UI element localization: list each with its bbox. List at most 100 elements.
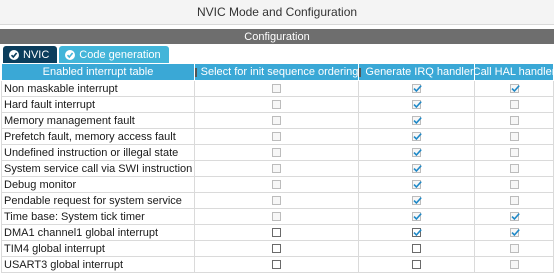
column-header-irq: Generate IRQ handler bbox=[358, 63, 475, 81]
init-order-cell bbox=[194, 224, 359, 241]
generate-irq-cell bbox=[358, 96, 475, 113]
section-header: Configuration bbox=[0, 29, 554, 44]
table-row: Memory management fault bbox=[1, 112, 554, 129]
checkmark-icon bbox=[413, 197, 422, 205]
tab-code-generation[interactable]: Code generation bbox=[59, 46, 169, 63]
table-row: Hard fault interrupt bbox=[1, 96, 554, 113]
checkmark-icon bbox=[413, 149, 422, 157]
init-order-checkbox bbox=[272, 84, 281, 94]
checkmark-icon bbox=[413, 117, 422, 125]
interrupt-name: Memory management fault bbox=[1, 112, 195, 129]
table-header-row: Enabled interrupt table Select for init … bbox=[1, 63, 554, 81]
column-header-hal: Call HAL handler bbox=[474, 63, 554, 81]
init-order-checkbox bbox=[272, 100, 281, 110]
init-order-checkbox[interactable] bbox=[272, 244, 281, 254]
column-header-interrupt: Enabled interrupt table bbox=[1, 63, 195, 81]
init-order-cell bbox=[194, 128, 359, 145]
call-hal-cell bbox=[474, 128, 554, 145]
generate-irq-checkbox bbox=[412, 212, 422, 222]
call-hal-checkbox bbox=[509, 164, 519, 174]
generate-irq-checkbox bbox=[412, 132, 422, 142]
tab-bar: NVIC Code generation bbox=[3, 46, 169, 63]
init-order-checkbox bbox=[272, 180, 281, 190]
generate-irq-checkbox bbox=[412, 164, 422, 174]
table-row: TIM4 global interrupt bbox=[1, 240, 554, 257]
checkmark-icon bbox=[413, 85, 422, 93]
init-order-cell bbox=[194, 240, 359, 257]
call-hal-cell bbox=[474, 80, 554, 97]
column-header-hal-label: Call HAL handler bbox=[474, 66, 554, 78]
init-order-cell bbox=[194, 112, 359, 129]
table-row: Undefined instruction or illegal state bbox=[1, 144, 554, 161]
init-order-checkbox bbox=[272, 164, 281, 174]
call-hal-checkbox bbox=[509, 84, 520, 94]
init-order-cell bbox=[194, 192, 359, 209]
tab-nvic-label: NVIC bbox=[23, 48, 50, 61]
checkmark-icon bbox=[413, 165, 422, 173]
interrupt-name: Prefetch fault, memory access fault bbox=[1, 128, 195, 145]
interrupt-name: Non maskable interrupt bbox=[1, 80, 195, 97]
interrupt-name: Pendable request for system service bbox=[1, 192, 195, 209]
call-hal-checkbox bbox=[509, 148, 519, 158]
generate-irq-cell bbox=[358, 128, 475, 145]
init-order-cell bbox=[194, 208, 359, 225]
call-hal-checkbox bbox=[509, 196, 519, 206]
call-hal-checkbox bbox=[509, 116, 519, 126]
init-order-checkbox bbox=[272, 148, 281, 158]
generate-irq-cell bbox=[358, 160, 475, 177]
call-hal-cell bbox=[474, 240, 554, 257]
call-hal-checkbox bbox=[509, 228, 520, 238]
generate-irq-checkbox bbox=[412, 148, 422, 158]
generate-irq-cell bbox=[358, 112, 475, 129]
checkmark-icon bbox=[413, 229, 422, 237]
tab-nvic[interactable]: NVIC bbox=[3, 46, 58, 63]
table-row: Pendable request for system service bbox=[1, 192, 554, 209]
generate-irq-cell bbox=[358, 240, 475, 257]
call-hal-cell bbox=[474, 192, 554, 209]
call-hal-checkbox bbox=[509, 212, 520, 222]
call-hal-cell bbox=[474, 224, 554, 241]
checkmark-icon bbox=[510, 213, 520, 221]
interrupt-name: Debug monitor bbox=[1, 176, 195, 193]
init-order-checkbox bbox=[272, 116, 281, 126]
call-hal-checkbox bbox=[509, 100, 519, 110]
table-row: Prefetch fault, memory access fault bbox=[1, 128, 554, 145]
interrupt-name: DMA1 channel1 global interrupt bbox=[1, 224, 195, 241]
interrupt-table-body: Non maskable interrupt Hard fault interru… bbox=[1, 80, 554, 273]
call-hal-checkbox bbox=[509, 180, 519, 190]
checkmark-icon bbox=[413, 213, 422, 221]
call-hal-cell bbox=[474, 112, 554, 129]
generate-irq-checkbox bbox=[412, 100, 422, 110]
checkmark-icon bbox=[510, 229, 520, 237]
init-order-checkbox[interactable] bbox=[272, 228, 281, 238]
interrupt-table: Enabled interrupt table Select for init … bbox=[1, 63, 554, 273]
table-row: Non maskable interrupt bbox=[1, 80, 554, 97]
generate-irq-checkbox bbox=[412, 84, 422, 94]
init-order-cell bbox=[194, 144, 359, 161]
interrupt-name: TIM4 global interrupt bbox=[1, 240, 195, 257]
call-hal-cell bbox=[474, 144, 554, 161]
select-all-init-checkbox[interactable] bbox=[195, 67, 197, 77]
column-header-interrupt-label: Enabled interrupt table bbox=[42, 66, 154, 78]
generate-irq-checkbox bbox=[412, 196, 422, 206]
generate-irq-checkbox[interactable] bbox=[412, 244, 421, 254]
generate-irq-cell bbox=[358, 144, 475, 161]
call-hal-cell bbox=[474, 176, 554, 193]
init-order-cell bbox=[194, 96, 359, 113]
generate-irq-checkbox[interactable] bbox=[412, 228, 422, 238]
table-row: Debug monitor bbox=[1, 176, 554, 193]
checkmark-icon bbox=[413, 101, 422, 109]
interrupt-name: Hard fault interrupt bbox=[1, 96, 195, 113]
generate-irq-cell bbox=[358, 80, 475, 97]
tab-code-generation-label: Code generation bbox=[79, 48, 161, 61]
generate-irq-checkbox bbox=[412, 180, 422, 190]
generate-irq-cell bbox=[358, 192, 475, 209]
interrupt-name: Undefined instruction or illegal state bbox=[1, 144, 195, 161]
column-header-irq-label: Generate IRQ handler bbox=[365, 66, 474, 78]
table-row: Time base: System tick timer bbox=[1, 208, 554, 225]
generate-irq-checkbox bbox=[412, 116, 422, 126]
table-row: System service call via SWI instruction bbox=[1, 160, 554, 177]
call-hal-cell bbox=[474, 160, 554, 177]
init-order-cell bbox=[194, 176, 359, 193]
select-all-irq-checkbox[interactable] bbox=[359, 67, 362, 77]
